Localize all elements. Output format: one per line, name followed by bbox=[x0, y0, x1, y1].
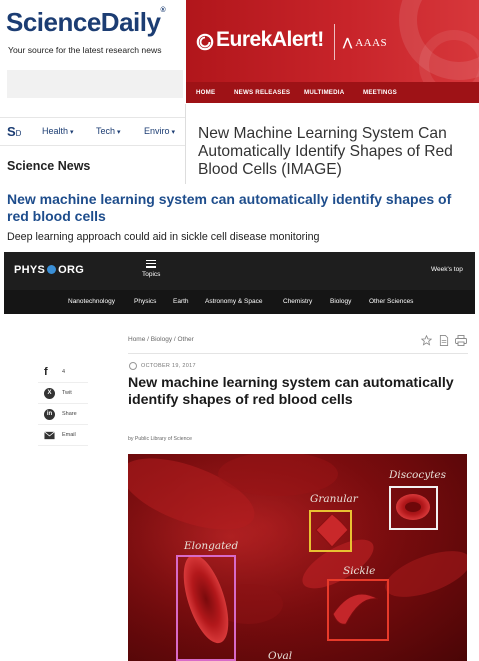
physorg-subnav: Nanotechnology Physics Earth Astronomy &… bbox=[4, 290, 475, 314]
aaas-label: AAAS bbox=[355, 37, 388, 49]
label-oval: Oval bbox=[268, 650, 293, 661]
print-icon[interactable] bbox=[455, 335, 467, 346]
label-sickle: Sickle bbox=[343, 565, 376, 577]
divider bbox=[128, 353, 468, 354]
article-tools bbox=[421, 335, 469, 347]
sciencedaily-headline: New machine learning system can automati… bbox=[7, 191, 452, 224]
sciencedaily-header: ScienceDaily® Your source for the latest… bbox=[0, 0, 183, 110]
sciencedaily-nav: SD Health ▾ Tech ▾ Enviro ▾ bbox=[0, 117, 185, 146]
nav-item-enviro[interactable]: Enviro ▾ bbox=[144, 126, 175, 136]
section-title: Science News bbox=[7, 159, 91, 173]
linkedin-icon: in bbox=[44, 409, 55, 420]
logo-daily: Daily bbox=[100, 7, 161, 37]
facebook-icon: f bbox=[44, 366, 48, 378]
red-blood-cells-image[interactable]: Granular Discocytes Elongated Sickle Ova… bbox=[128, 454, 467, 661]
eurekalert-nav: HOME NEWS RELEASES MULTIMEDIA MEETINGS bbox=[186, 82, 479, 103]
nav-label: Tech bbox=[96, 126, 116, 136]
sciencedaily-logo[interactable]: ScienceDaily® bbox=[6, 7, 166, 38]
subnav-physics[interactable]: Physics bbox=[134, 298, 156, 305]
article-title: New machine learning system can automati… bbox=[128, 375, 454, 408]
topics-menu-label[interactable]: Topics bbox=[142, 271, 160, 278]
weeks-top-link[interactable]: Week's top bbox=[431, 266, 463, 273]
aaas-logo[interactable]: ⋀ AAAS bbox=[343, 36, 387, 49]
logo-science: Science bbox=[6, 7, 101, 37]
panel-divider bbox=[185, 104, 186, 184]
nav-item-tech[interactable]: Tech ▾ bbox=[96, 126, 121, 136]
cells-illustration bbox=[128, 454, 467, 661]
logo-phys: PHYS bbox=[14, 264, 46, 276]
ea-nav-multimedia[interactable]: MULTIMEDIA bbox=[304, 89, 344, 96]
email-icon bbox=[44, 431, 55, 440]
breadcrumb[interactable]: Home / Biology / Other bbox=[128, 336, 194, 343]
caret-down-icon: ▾ bbox=[70, 129, 74, 136]
share-label: Email bbox=[62, 432, 76, 438]
sd-home-mark[interactable]: SD bbox=[7, 124, 21, 139]
subnav-biology[interactable]: Biology bbox=[330, 298, 351, 305]
sd-mark-s: S bbox=[7, 124, 16, 139]
nav-item-health[interactable]: Health ▾ bbox=[42, 126, 74, 136]
sciencedaily-search-bar[interactable] bbox=[7, 70, 183, 98]
eurekalert-logo-icon bbox=[196, 33, 214, 51]
label-discocytes: Discocytes bbox=[389, 469, 447, 481]
article-date: OCTOBER 19, 2017 bbox=[141, 363, 196, 369]
label-granular: Granular bbox=[310, 493, 358, 505]
nav-label: Enviro bbox=[144, 126, 170, 136]
sciencedaily-subheadline: Deep learning approach could aid in sick… bbox=[7, 231, 320, 243]
x-icon: X bbox=[44, 388, 55, 399]
sciencedaily-tagline: Your source for the latest research news bbox=[8, 45, 162, 55]
subnav-astronomy-space[interactable]: Astronomy & Space bbox=[205, 298, 262, 305]
caret-down-icon: ▾ bbox=[171, 129, 176, 136]
eurekalert-logo[interactable]: EurekAlert! bbox=[216, 28, 324, 52]
logo-divider bbox=[334, 24, 335, 60]
share-twitter[interactable]: X Twit bbox=[38, 383, 88, 404]
globe-icon bbox=[47, 265, 57, 274]
subnav-earth[interactable]: Earth bbox=[173, 298, 189, 305]
share-email[interactable]: Email bbox=[38, 425, 88, 446]
caret-down-icon: ▾ bbox=[117, 129, 121, 136]
share-label: Twit bbox=[62, 390, 72, 396]
clock-icon bbox=[129, 362, 137, 370]
nav-label: Health bbox=[42, 126, 69, 136]
article-byline[interactable]: by Public Library of Science bbox=[128, 436, 192, 442]
share-linkedin[interactable]: in Share bbox=[38, 404, 88, 425]
subnav-chemistry[interactable]: Chemistry bbox=[283, 298, 312, 305]
ea-nav-meetings[interactable]: MEETINGS bbox=[363, 89, 397, 96]
sd-mark-d: D bbox=[15, 129, 22, 138]
pdf-icon[interactable] bbox=[439, 335, 449, 346]
logo-org: ORG bbox=[58, 264, 85, 276]
ea-nav-home[interactable]: HOME bbox=[196, 89, 215, 96]
subnav-other-sciences[interactable]: Other Sciences bbox=[369, 298, 413, 305]
registered-mark: ® bbox=[160, 7, 166, 14]
hamburger-menu-icon[interactable] bbox=[146, 260, 156, 269]
share-label: Share bbox=[62, 411, 77, 417]
ea-nav-news-releases[interactable]: NEWS RELEASES bbox=[234, 89, 290, 96]
aaas-mark-icon: ⋀ bbox=[343, 37, 353, 49]
star-icon[interactable] bbox=[421, 335, 432, 346]
physorg-logo[interactable]: PHYS ORG bbox=[14, 264, 84, 276]
share-column: f 4 X Twit in Share Email bbox=[38, 362, 88, 446]
eurekalert-title: New Machine Learning System Can Automati… bbox=[198, 125, 453, 178]
subnav-nanotechnology[interactable]: Nanotechnology bbox=[68, 298, 115, 305]
share-count: 4 bbox=[62, 369, 66, 375]
label-elongated: Elongated bbox=[184, 540, 239, 552]
share-facebook[interactable]: f 4 bbox=[38, 362, 88, 383]
